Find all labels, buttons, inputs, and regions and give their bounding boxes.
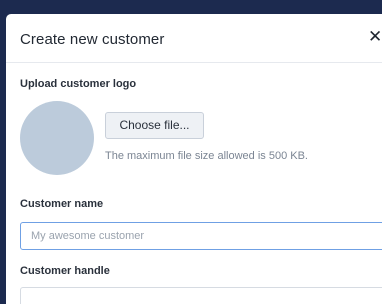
choose-file-button[interactable]: Choose file... [105,112,204,139]
create-customer-modal: Create new customer ✕ Upload customer lo… [6,14,382,304]
modal-title: Create new customer [20,31,165,48]
modal-header: Create new customer ✕ [6,14,382,63]
close-icon[interactable]: ✕ [368,28,382,46]
upload-logo-label: Upload customer logo [20,78,137,90]
logo-placeholder-avatar [20,101,94,175]
customer-handle-label: Customer handle [20,265,110,277]
customer-name-label: Customer name [20,198,104,210]
customer-name-input[interactable] [20,222,382,250]
file-size-help-text: The maximum file size allowed is 500 KB. [105,150,308,162]
